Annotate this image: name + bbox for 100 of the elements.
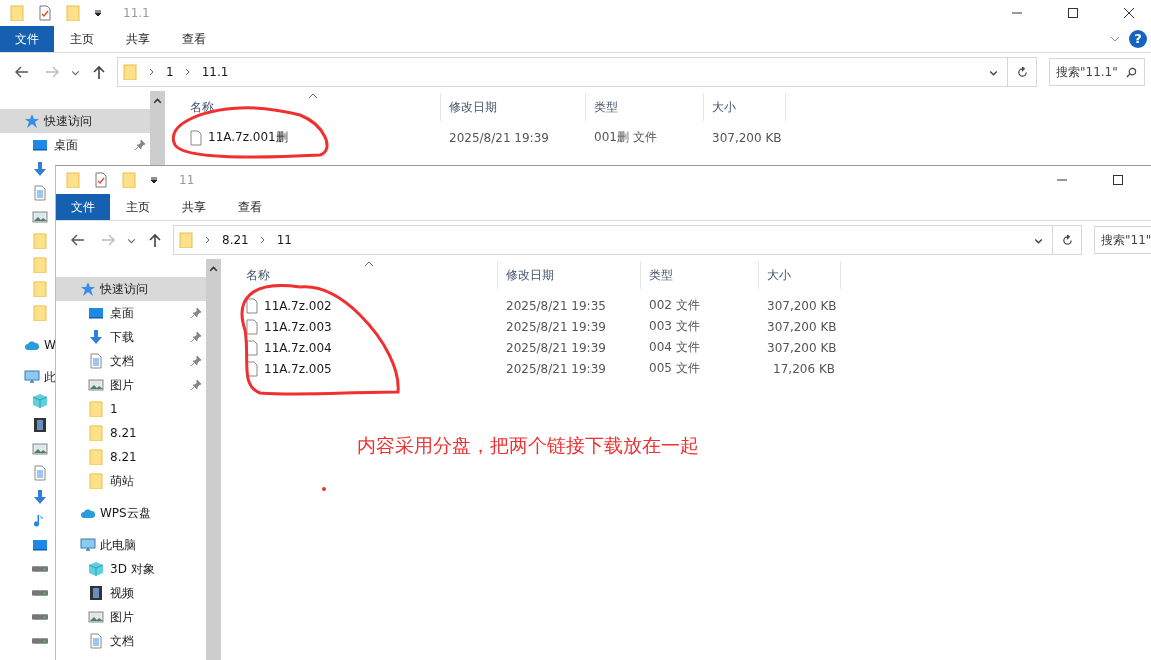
drive-icon — [32, 614, 48, 620]
document-icon — [32, 465, 48, 481]
ribbon-tab[interactable]: 共享 — [166, 194, 222, 220]
file-icon — [190, 129, 202, 146]
pin-icon[interactable] — [190, 379, 202, 391]
type-cell-text: 003 文件 — [648, 318, 701, 335]
sidebar-item[interactable]: 桌面 — [0, 133, 150, 157]
help-button[interactable]: ? — [1129, 30, 1147, 48]
maximize-icon[interactable] — [1067, 7, 1079, 19]
column-header[interactable]: 修改日期 — [498, 261, 641, 289]
drive-icon — [32, 566, 48, 572]
desktop-icon — [32, 137, 48, 153]
drive-icon — [32, 590, 48, 596]
sidebar-item[interactable]: 快速访问 — [0, 109, 150, 133]
ribbon-tab[interactable]: 主页 — [54, 26, 110, 52]
sidebar-item[interactable]: 8.21 — [56, 445, 206, 469]
star-icon — [80, 281, 96, 297]
sidebar-item[interactable]: 1 — [56, 397, 206, 421]
sidebar-item[interactable]: 文档 — [56, 349, 206, 373]
sidebar-item[interactable]: 8.21 — [56, 421, 206, 445]
size-cell-text: 307,200 KB — [766, 340, 838, 355]
folder-icon — [32, 281, 48, 297]
ribbon-tab[interactable]: 文件 — [0, 26, 54, 52]
breadcrumb[interactable]: 1 — [166, 65, 174, 79]
chevron-right-icon — [204, 235, 212, 245]
date-cell-text: 2025/8/21 19:35 — [505, 298, 607, 313]
refresh-button[interactable] — [1052, 225, 1082, 255]
properties-icon[interactable] — [37, 5, 53, 21]
column-header[interactable]: 修改日期 — [441, 93, 586, 121]
ribbon-tab[interactable]: 共享 — [110, 26, 166, 52]
sidebar-item[interactable]: 此 — [0, 365, 55, 389]
pin-icon[interactable] — [190, 355, 202, 367]
file-name[interactable]: 11A.7z.002 — [264, 298, 332, 313]
dropdown-icon[interactable] — [93, 8, 103, 18]
sidebar-item[interactable]: 图片 — [56, 373, 206, 397]
sidebar-item[interactable]: 桌面 — [56, 301, 206, 325]
ribbon-tab[interactable]: 查看 — [166, 26, 222, 52]
up-arrow-icon[interactable] — [147, 232, 163, 248]
file-name[interactable]: 11A.7z.003 — [264, 319, 332, 334]
up-arrow-icon[interactable] — [91, 64, 107, 80]
search-field[interactable]: 搜索"11.1" — [1049, 58, 1145, 86]
forward-arrow-icon[interactable] — [44, 64, 60, 80]
sidebar-item[interactable]: 文档 — [56, 629, 206, 653]
address-bar[interactable]: 1 11.1 — [117, 57, 1008, 87]
refresh-button[interactable] — [1007, 57, 1037, 87]
file-name[interactable]: 11A.7z.001删 — [208, 129, 288, 146]
cube-icon — [88, 561, 104, 577]
properties-icon[interactable] — [93, 172, 109, 188]
maximize-icon[interactable] — [1112, 174, 1124, 186]
annotation-text: 内容采用分盘，把两个链接下载放在一起 — [357, 433, 699, 458]
ribbon-tab[interactable]: 主页 — [110, 194, 166, 220]
breadcrumb[interactable]: 11.1 — [201, 65, 229, 79]
sidebar-item[interactable]: W — [0, 333, 55, 357]
back-arrow-icon[interactable] — [70, 232, 86, 248]
column-header[interactable]: 类型 — [586, 93, 704, 121]
breadcrumb[interactable]: 11 — [276, 233, 292, 247]
search-field[interactable]: 搜索"11" — [1094, 226, 1151, 254]
sidebar-item[interactable]: 萌站 — [56, 469, 206, 493]
address-bar[interactable]: 8.21 11 — [173, 225, 1053, 255]
ribbon-tab[interactable]: 查看 — [222, 194, 278, 220]
scroll-up-icon[interactable] — [208, 263, 219, 274]
desktop-icon — [88, 305, 104, 321]
breadcrumb[interactable]: 8.21 — [222, 233, 249, 247]
star-icon — [24, 113, 40, 129]
column-header[interactable]: 大小 — [759, 261, 841, 289]
film-icon — [32, 417, 48, 433]
picture-icon — [32, 441, 48, 457]
document-icon — [32, 185, 48, 201]
pin-icon[interactable] — [190, 331, 202, 343]
column-header[interactable]: 名称 — [221, 261, 498, 289]
size-cell-text: 17,206 KB — [772, 361, 836, 376]
refresh-icon — [1061, 234, 1073, 246]
sidebar-item[interactable]: 下载 — [56, 325, 206, 349]
sidebar-item[interactable]: WPS云盘 — [56, 501, 206, 525]
file-icon — [246, 318, 258, 335]
ribbon-tab[interactable]: 文件 — [56, 194, 110, 220]
sidebar-item[interactable]: 视频 — [56, 581, 206, 605]
dropdown-icon[interactable] — [149, 175, 159, 185]
sort-caret-icon[interactable] — [364, 261, 374, 267]
sidebar-item[interactable]: 3D 对象 — [56, 557, 206, 581]
size-cell-text: 307,200 KB — [766, 319, 838, 334]
file-name[interactable]: 11A.7z.004 — [264, 340, 332, 355]
pin-icon[interactable] — [190, 307, 202, 319]
close-icon[interactable] — [1123, 7, 1135, 19]
scrollbar[interactable] — [206, 259, 221, 660]
sidebar-item[interactable]: 图片 — [56, 605, 206, 629]
folder-icon — [32, 305, 48, 321]
size-cell-text: 307,200 KB — [766, 298, 838, 313]
sidebar-item[interactable]: 此电脑 — [56, 533, 206, 557]
scroll-up-icon[interactable] — [152, 95, 163, 106]
pin-icon[interactable] — [134, 139, 146, 151]
file-name[interactable]: 11A.7z.005 — [264, 361, 332, 376]
forward-arrow-icon[interactable] — [100, 232, 116, 248]
sidebar-item[interactable]: 快速访问 — [56, 277, 206, 301]
document-icon — [88, 633, 104, 649]
column-header[interactable]: 类型 — [641, 261, 759, 289]
sort-caret-icon[interactable] — [308, 93, 318, 99]
column-header[interactable]: 大小 — [704, 93, 786, 121]
folder-icon — [32, 257, 48, 273]
back-arrow-icon[interactable] — [14, 64, 30, 80]
